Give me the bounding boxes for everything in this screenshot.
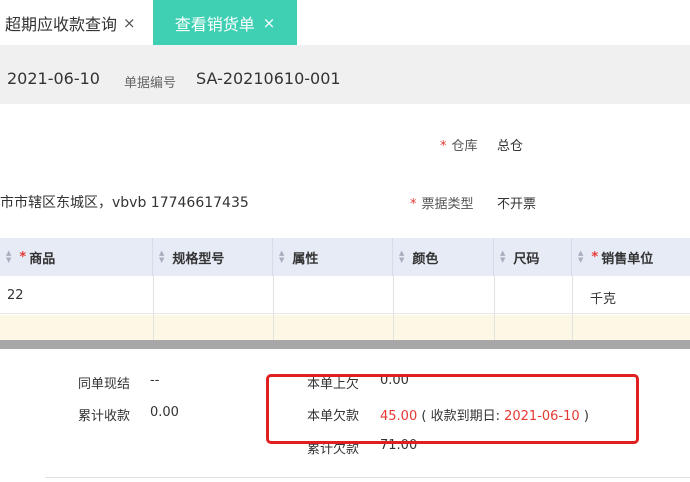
tab-label: 查看销货单 — [174, 14, 255, 34]
tab-label: 超期应收款查询 — [5, 14, 118, 34]
column-header-size[interactable]: ▲ ▼ 尺码 — [494, 238, 572, 276]
column-divider — [273, 276, 274, 340]
invoice-type-value: 不开票 — [497, 197, 537, 212]
column-divider — [393, 276, 394, 340]
tab-overdue-receivables[interactable]: 超期应收款查询 × — [0, 0, 152, 45]
sort-icon[interactable]: ▲ ▼ — [6, 250, 11, 264]
required-mark: * — [19, 249, 27, 265]
column-header-attribute[interactable]: ▲ ▼ 属性 — [273, 238, 393, 276]
table-row[interactable] — [0, 276, 690, 314]
bill-number: SA-20210610-001 — [196, 69, 341, 88]
tab-view-sales-bill[interactable]: 查看销货单 × — [153, 0, 297, 45]
table-row-empty[interactable] — [0, 315, 690, 340]
highlight-box — [266, 374, 639, 444]
bill-date: 2021-06-10 — [7, 69, 100, 88]
invoice-type-label: * 票据类型 — [410, 197, 474, 212]
close-icon[interactable]: × — [263, 14, 276, 32]
column-divider — [494, 276, 495, 340]
sort-icon[interactable]: ▲ ▼ — [279, 250, 284, 264]
same-bill-cash-label: 同单现结 — [78, 377, 131, 392]
total-received-label: 累计收款 — [78, 409, 131, 424]
column-header-product[interactable]: ▲ ▼ * 商品 — [0, 238, 153, 276]
required-mark: * — [440, 139, 447, 154]
column-divider — [572, 276, 573, 340]
column-header-color[interactable]: ▲ ▼ 颜色 — [393, 238, 494, 276]
column-header-sales-unit[interactable]: ▲ ▼ * 销售单位 — [572, 238, 690, 276]
bill-header — [0, 45, 690, 104]
column-divider — [153, 276, 154, 340]
warehouse-label: * 仓库 — [440, 139, 478, 154]
sort-icon[interactable]: ▲ ▼ — [399, 250, 404, 264]
horizontal-scrollbar[interactable] — [0, 340, 690, 349]
sort-icon[interactable]: ▲ ▼ — [500, 250, 505, 264]
close-icon[interactable]: × — [123, 14, 136, 32]
total-received-value: 0.00 — [150, 405, 179, 420]
warehouse-value: 总仓 — [497, 139, 524, 154]
sort-icon[interactable]: ▲ ▼ — [578, 250, 583, 264]
required-mark: * — [591, 249, 599, 265]
column-header-spec[interactable]: ▲ ▼ 规格型号 — [153, 238, 273, 276]
customer-address: 市市辖区东城区，vbvb 17746617435 — [0, 195, 249, 211]
sort-icon[interactable]: ▲ ▼ — [159, 250, 164, 264]
cell-sales-unit[interactable]: 千克 — [590, 288, 616, 307]
bill-number-label: 单据编号 — [124, 76, 177, 91]
same-bill-cash-value: -- — [150, 373, 160, 388]
cell-product[interactable]: 22 — [7, 288, 24, 303]
divider — [45, 477, 690, 478]
required-mark: * — [410, 197, 417, 212]
